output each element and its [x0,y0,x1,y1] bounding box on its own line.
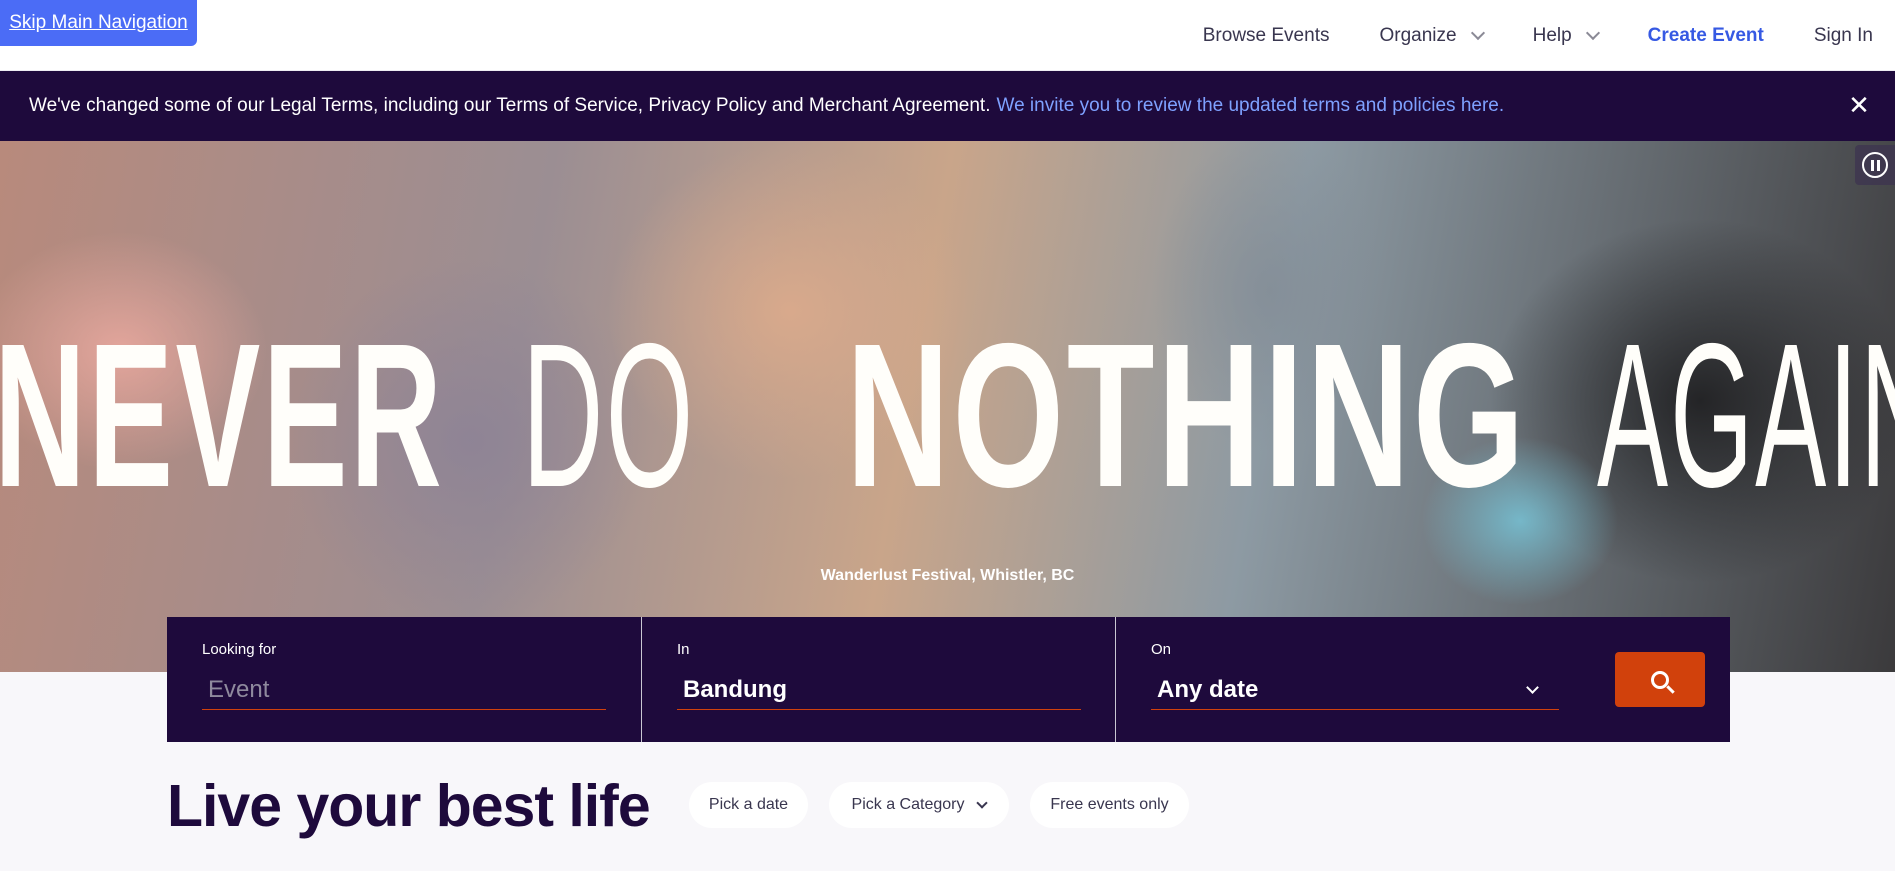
search-panel: Looking for Event In Bandung On Any date [167,617,1730,742]
on-label: On [1151,641,1172,658]
page-tagline: Live your best life [167,773,651,839]
browse-events-link[interactable]: Browse Events [1203,25,1330,47]
event-search-input[interactable]: Event [202,674,606,710]
organize-menu[interactable]: Organize [1379,24,1485,47]
search-button[interactable] [1615,652,1705,707]
skip-main-navigation-link[interactable]: Skip Main Navigation [0,0,197,46]
legal-terms-banner: We've changed some of our Legal Terms, i… [0,71,1895,141]
help-label: Help [1532,24,1572,46]
close-icon[interactable]: ✕ [1847,92,1871,118]
location-field: In Bandung [642,617,1116,742]
in-label: In [677,641,690,658]
organize-label: Organize [1379,24,1457,46]
hero-banner: NEVER DO NOTHING AGAIN Wanderlust Festiv… [0,141,1895,672]
chevron-down-icon [976,796,989,809]
chevron-down-icon [1470,25,1485,40]
looking-for-label: Looking for [202,641,277,658]
sign-in-link[interactable]: Sign In [1814,25,1873,47]
create-event-link[interactable]: Create Event [1648,25,1764,47]
pick-category-filter[interactable]: Pick a Category [829,782,1009,828]
hero-caption: Wanderlust Festival, Whistler, BC [820,567,1075,584]
pick-date-label: Pick a date [708,796,789,813]
pick-date-filter[interactable]: Pick a date [689,782,808,828]
help-menu[interactable]: Help [1532,24,1600,47]
hero-word-nothing: NOTHING [846,301,1528,530]
looking-for-field: Looking for Event [167,617,642,742]
pause-button[interactable] [1855,145,1895,185]
review-terms-link[interactable]: We invite you to review the updated term… [997,95,1505,117]
date-select-value: Any date [1157,676,1259,703]
chevron-down-icon [1526,681,1539,694]
location-input[interactable]: Bandung [677,674,1081,710]
date-select[interactable]: Any date [1151,674,1559,710]
free-events-label: Free events only [1050,796,1169,813]
hero-word-never: NEVER [0,301,445,530]
pick-category-label: Pick a Category [851,796,965,813]
chevron-down-icon [1585,25,1600,40]
nav-items: Browse Events Organize Help Create Event… [1153,0,1873,71]
pause-icon [1862,152,1888,178]
search-icon [1651,670,1669,689]
hero-word-again: AGAIN [1597,301,1895,530]
hero-word-do: DO [522,301,696,530]
top-navigation: Browse Events Organize Help Create Event… [0,0,1895,71]
legal-banner-text: We've changed some of our Legal Terms, i… [29,95,991,116]
free-events-filter[interactable]: Free events only [1030,782,1189,828]
